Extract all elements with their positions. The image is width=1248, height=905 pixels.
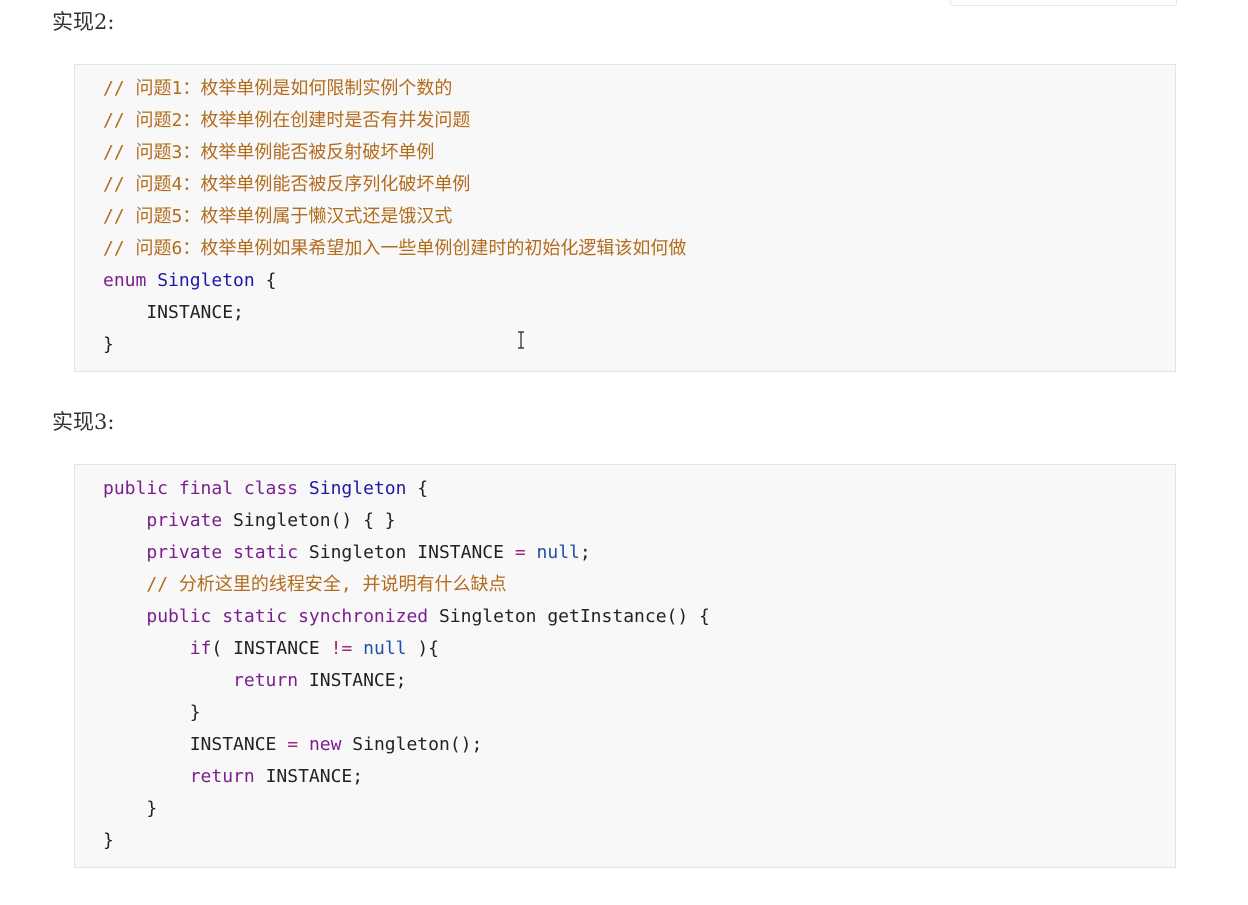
code-line: public static synchronized Singleton get… (103, 601, 710, 633)
code-line: } (103, 702, 201, 723)
operator-token: = (514, 542, 526, 563)
class-name-token: Singleton (157, 270, 255, 291)
code-comment-line: // 问题1：枚举单例是如何限制实例个数的 (103, 78, 453, 99)
keyword-token: enum (103, 270, 147, 291)
literal-token: null (363, 638, 407, 659)
code-comment-line: // 问题3：枚举单例能否被反射破坏单例 (103, 142, 435, 163)
operator-token: = (287, 734, 299, 755)
code-token: Singleton getInstance() { (428, 606, 710, 627)
keyword-token: private static (146, 542, 299, 563)
code-block-implementation-2: // 问题1：枚举单例是如何限制实例个数的 // 问题2：枚举单例在创建时是否有并… (74, 64, 1176, 372)
code-token: Singleton(); (341, 734, 483, 755)
code-token: Singleton() { } (222, 510, 396, 531)
literal-token: null (536, 542, 580, 563)
code-line: // 分析这里的线程安全, 并说明有什么缺点 (103, 569, 710, 601)
operator-token: != (330, 638, 353, 659)
code-token: { (254, 270, 277, 291)
keyword-token: return (233, 670, 299, 691)
code-token: INSTANCE; (298, 670, 407, 691)
keyword-token: return (189, 766, 255, 787)
code-line: private static Singleton INSTANCE = null… (103, 537, 710, 569)
code-line: } (103, 798, 158, 819)
section-3-heading: 实现3: (52, 410, 115, 434)
top-tab-edge (950, 0, 1177, 6)
comment-token: // 分析这里的线程安全, 并说明有什么缺点 (146, 574, 507, 595)
code-content: public final class Singleton { private S… (103, 473, 710, 857)
code-line-enum-decl: enum Singleton { (103, 265, 686, 297)
code-token: ( INSTANCE (211, 638, 331, 659)
code-block-implementation-3: public final class Singleton { private S… (74, 464, 1176, 868)
code-token: Singleton INSTANCE (298, 542, 515, 563)
text-cursor-icon (518, 331, 524, 349)
code-line-close: } (103, 334, 114, 355)
keyword-token: if (189, 638, 212, 659)
keyword-token: new (308, 734, 342, 755)
section-2-heading: 实现2: (52, 10, 115, 34)
keyword-token: public final class (103, 478, 299, 499)
class-name-token: Singleton (308, 478, 407, 499)
code-token: { (406, 478, 429, 499)
code-token: INSTANCE; (254, 766, 364, 787)
code-line: if( INSTANCE != null ){ (103, 633, 710, 665)
code-line: private Singleton() { } (103, 505, 710, 537)
keyword-token: private (146, 510, 223, 531)
code-comment-line: // 问题5：枚举单例属于懒汉式还是饿汉式 (103, 206, 453, 227)
code-line: public final class Singleton { (103, 473, 710, 505)
code-token: INSTANCE (189, 734, 288, 755)
code-line: return INSTANCE; (103, 761, 710, 793)
code-line: INSTANCE = new Singleton(); (103, 729, 710, 761)
keyword-token: public static synchronized (146, 606, 429, 627)
code-comment-line: // 问题4：枚举单例能否被反序列化破坏单例 (103, 174, 471, 195)
code-line-instance: INSTANCE; (103, 302, 244, 323)
code-line: return INSTANCE; (103, 665, 710, 697)
code-line: } (103, 830, 114, 851)
code-content: // 问题1：枚举单例是如何限制实例个数的 // 问题2：枚举单例在创建时是否有并… (103, 73, 686, 361)
code-token: ; (579, 542, 591, 563)
code-comment-line: // 问题2：枚举单例在创建时是否有并发问题 (103, 110, 471, 131)
code-comment-line: // 问题6：枚举单例如果希望加入一些单例创建时的初始化逻辑该如何做 (103, 238, 687, 259)
code-token: ){ (406, 638, 440, 659)
